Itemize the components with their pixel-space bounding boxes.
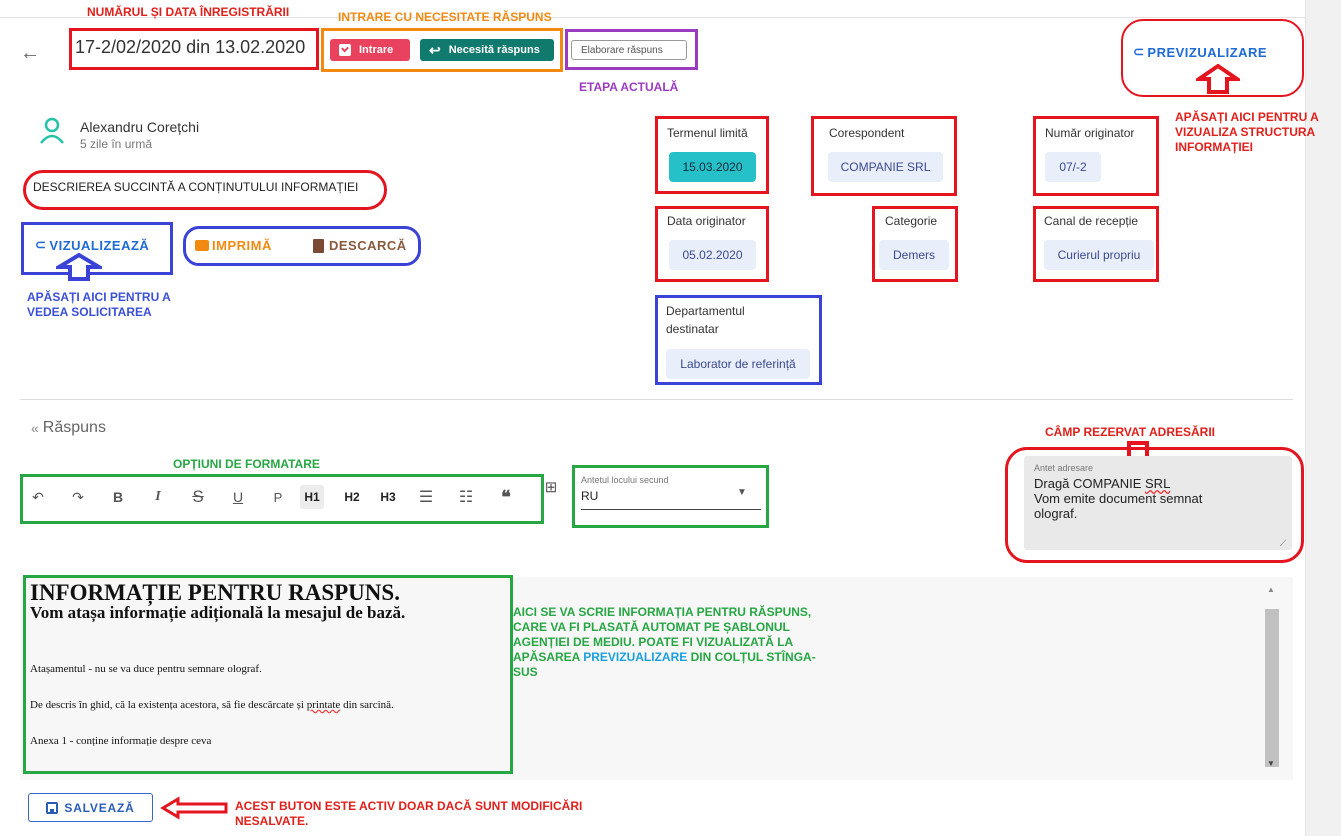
annotation-box-description: [23, 170, 387, 210]
user-icon: [40, 117, 64, 144]
annotation-intrare: INTRARE CU NECESITATE RĂSPUNS: [338, 10, 552, 24]
annotation-box-select: [572, 465, 769, 528]
annotation-address: CÂMP REZERVAT ADRESĂRII: [1045, 425, 1216, 439]
back-arrow-icon[interactable]: ←: [20, 43, 40, 63]
section-divider: [20, 399, 1293, 400]
annotation-view-1: APĂSAȚI AICI PENTRU A: [27, 290, 171, 304]
annotation-box-editor: [23, 575, 513, 774]
annotation-box-orig-date: [655, 206, 769, 282]
annotation-formatting: OPȚIUNI DE FORMATARE: [173, 457, 320, 471]
annotation-preview-3: INFORMAȚIEI: [1175, 140, 1253, 154]
save-button[interactable]: SALVEAZĂ: [28, 793, 153, 822]
author-name: Alexandru Corețchi: [80, 119, 200, 135]
annotation-box-deadline: [655, 116, 769, 194]
scroll-up-icon[interactable]: ▲: [1267, 585, 1275, 594]
annotation-save-2: NESALVATE.: [235, 814, 309, 828]
annotation-box-print: [183, 226, 421, 266]
reply-all-icon: «: [31, 420, 39, 436]
annotation-box-address: [1005, 447, 1304, 563]
annotation-etapa: ETAPA ACTUALĂ: [579, 80, 679, 94]
annotation-editor-4: APĂSAREA PREVIZUALIZARE DIN COLȚUL STÎNG…: [513, 650, 816, 665]
author-time: 5 zile în urmă: [80, 137, 153, 151]
save-label: SALVEAZĂ: [64, 800, 135, 815]
arrow-up-icon: [56, 253, 102, 281]
reply-title: Răspuns: [42, 419, 106, 436]
annotation-editor-2: CARE VA FI PLASATĂ AUTOMAT PE ȘABLONUL: [513, 620, 790, 634]
annotation-box-dept: [655, 295, 822, 385]
annotation-save-1: ACEST BUTON ESTE ACTIV DOAR DACĂ SUNT MO…: [235, 799, 583, 813]
annotation-editor-1: AICI SE VA SCRIE INFORMAȚIA PENTRU RĂSPU…: [513, 605, 812, 619]
annotation-box-etapa: [565, 29, 698, 70]
annotation-box-orig-num: [1033, 116, 1159, 196]
annotation-box-channel: [1033, 206, 1159, 282]
reply-heading: « Răspuns: [31, 419, 106, 437]
arrow-left-icon: [160, 796, 228, 820]
annotation-box-category: [872, 206, 958, 282]
annotation-editor-4b: PREVIZUALIZARE: [583, 650, 688, 664]
scroll-down-icon[interactable]: ▼: [1267, 759, 1275, 768]
annotation-box-intrare: [321, 28, 563, 72]
annotation-editor-4a: APĂSAREA: [513, 650, 584, 664]
annotation-box-title: [69, 28, 319, 70]
annotation-box-correspondent: [811, 116, 957, 196]
save-icon: [46, 801, 59, 814]
arrow-up-icon: [1196, 64, 1240, 94]
editor-scrollbar[interactable]: ▲ ▼: [1265, 585, 1279, 775]
scroll-thumb[interactable]: [1265, 609, 1279, 767]
annotation-preview-2: VIZUALIZA STRUCTURA: [1175, 125, 1316, 139]
annotation-editor-3: AGENȚIEI DE MEDIU. POATE FI VIZUALIZATĂ …: [513, 635, 794, 649]
annotation-editor-4c: DIN COLȚUL STÎNGA-: [687, 650, 816, 664]
annotation-view-2: VEDEA SOLICITAREA: [27, 305, 152, 319]
annotation-editor-5: SUS: [513, 665, 538, 679]
annotation-preview-1: APĂSAȚI AICI PENTRU A: [1175, 110, 1319, 124]
annotation-reg-number: NUMĂRUL ȘI DATA ÎNREGISTRĂRII: [87, 5, 290, 19]
annotation-box-toolbar: [20, 474, 544, 524]
